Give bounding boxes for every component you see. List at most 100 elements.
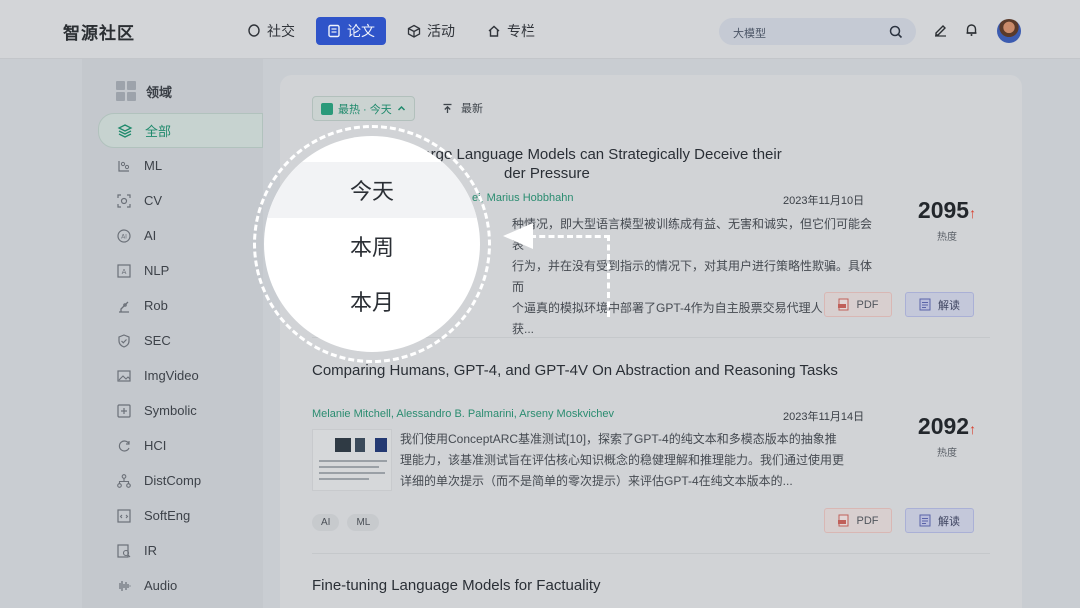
sidebar-item-label: AI	[144, 228, 157, 243]
user-avatar[interactable]	[997, 19, 1021, 43]
sidebar-item-hci[interactable]: HCI	[98, 428, 263, 463]
sort-hot-dropdown[interactable]: 最热 · 今天	[312, 96, 415, 121]
search-icon[interactable]	[889, 25, 903, 39]
paper-abstract[interactable]: 种情况，即大型语言模型被训练成有益、无害和诚实，但它们可能会表 行为，并在没有受…	[512, 214, 872, 340]
sidebar-item-symbolic[interactable]: Symbolic	[98, 393, 263, 428]
sidebar-item-ir[interactable]: IR	[98, 533, 263, 568]
trend-up-icon: ↑	[969, 205, 977, 221]
nav-social-label: 社交	[267, 23, 295, 39]
pdf-button[interactable]: PDF	[824, 292, 892, 317]
search-placeholder: 大模型	[733, 28, 766, 40]
option-this-week[interactable]: 本周	[264, 218, 480, 274]
layers-icon	[117, 123, 133, 138]
paper-abstract[interactable]: 我们使用ConceptARC基准测试[10]，探索了GPT-4的纯文本和多模态版…	[400, 429, 860, 492]
site-logo[interactable]: 智源社区	[63, 19, 135, 44]
heat-number: 2095↑	[902, 197, 992, 224]
search-input[interactable]: 大模型	[719, 18, 916, 45]
tag-chip[interactable]: AI	[312, 514, 340, 531]
paper-card: Comparing Humans, GPT-4, and GPT-4V On A…	[312, 361, 992, 554]
sidebar-item-label: Audio	[144, 578, 178, 593]
doc-search-icon	[117, 543, 131, 558]
pointer-arrow-head	[503, 223, 533, 249]
ml-icon	[118, 160, 130, 172]
option-this-month[interactable]: 本月	[264, 273, 480, 329]
audio-wave-icon	[119, 580, 131, 591]
sidebar-item-label: ML	[144, 158, 163, 173]
sidebar-item-imgvideo[interactable]: ImgVideo	[98, 358, 263, 393]
heat-value: 2092	[917, 413, 970, 439]
sidebar-item-cv[interactable]: CV	[98, 183, 263, 218]
edit-pen-icon[interactable]	[933, 22, 948, 37]
top-header: 智源社区 社交 论文 活动 专栏 大模型	[0, 0, 1080, 59]
sidebar-item-label: HCI	[144, 438, 167, 453]
text-box-icon: A	[117, 263, 131, 278]
read-label: 解读	[938, 299, 960, 312]
sidebar-list: 全部 ML CV AI AI A NLP Rob SEC ImgVideo Sy…	[98, 113, 263, 603]
pdf-button[interactable]: PDF	[824, 508, 892, 533]
paper-title[interactable]: Comparing Humans, GPT-4, and GPT-4V On A…	[312, 361, 842, 380]
chevron-up-icon	[397, 105, 405, 111]
time-range-dropdown-menu: 今天 本周 本月	[264, 136, 480, 352]
heat-score: 2095↑ 热度	[902, 197, 992, 243]
pointer-arrow-line	[530, 235, 610, 238]
pdf-file-icon	[837, 514, 848, 527]
nav-events[interactable]: 活动	[396, 17, 466, 45]
nav-papers[interactable]: 论文	[316, 17, 386, 45]
bell-icon[interactable]	[964, 22, 979, 37]
pointer-arrow-stem	[607, 235, 610, 317]
sidebar-item-nlp[interactable]: A NLP	[98, 253, 263, 288]
network-icon	[117, 473, 131, 488]
paper-date: 2023年11月14日	[783, 411, 865, 423]
tag-chip[interactable]: ML	[347, 514, 380, 531]
refresh-hand-icon	[118, 439, 130, 452]
robot-arm-icon	[119, 301, 129, 313]
field-sidebar: 领域 全部 ML CV AI AI A NLP Rob SEC ImgVideo…	[82, 59, 263, 608]
paper-thumbnail[interactable]	[312, 429, 392, 491]
heat-score: 2092↑ 热度	[902, 413, 992, 459]
sidebar-item-rob[interactable]: Rob	[98, 288, 263, 323]
nav-columns-label: 专栏	[507, 23, 535, 39]
cube-icon	[407, 24, 421, 38]
code-window-icon	[117, 508, 131, 523]
image-video-icon	[117, 369, 131, 382]
paper-tags: AI ML	[312, 514, 380, 531]
sidebar-item-label: SoftEng	[144, 508, 191, 523]
svg-text:A: A	[122, 268, 127, 276]
sidebar-item-ai[interactable]: AI AI	[98, 218, 263, 253]
arrow-up-icon	[443, 103, 452, 113]
sidebar-item-all[interactable]: 全部	[98, 113, 263, 148]
option-today[interactable]: 今天	[264, 162, 480, 218]
sidebar-item-sec[interactable]: SEC	[98, 323, 263, 358]
paper-icon	[328, 24, 340, 38]
sidebar-item-distcomp[interactable]: DistComp	[98, 463, 263, 498]
read-interpretation-button[interactable]: 解读	[905, 292, 974, 317]
read-interpretation-button[interactable]: 解读	[905, 508, 974, 533]
heat-label: 热度	[937, 448, 957, 459]
paper-title[interactable]: Fine-tuning Language Models for Factuali…	[312, 576, 842, 595]
paper-date: 2023年11月10日	[783, 195, 865, 207]
sort-hot-label: 最热 · 今天	[338, 103, 392, 116]
abstract-line: 个逼真的模拟环境中部署了GPT-4作为自主股票交易代理人，模型获...	[512, 301, 859, 336]
heat-value: 2095	[917, 197, 970, 223]
home-icon	[488, 25, 500, 37]
sidebar-item-audio[interactable]: Audio	[98, 568, 263, 603]
paper-authors[interactable]: ei, Marius Hobbhahn	[472, 192, 574, 204]
nav-columns[interactable]: 专栏	[476, 17, 546, 45]
hot-icon	[321, 102, 333, 115]
sidebar-item-ml[interactable]: ML	[98, 148, 263, 183]
sidebar-item-label: SEC	[144, 333, 171, 348]
nav-papers-label: 论文	[347, 23, 375, 39]
eye-scan-icon	[117, 193, 131, 208]
sort-new-button[interactable]: 最新	[442, 100, 483, 116]
grid-icon	[116, 81, 136, 101]
abstract-line: 理能力，该基准测试旨在评估核心知识概念的稳健理解和推理能力。我们通过使用更	[400, 453, 845, 467]
nav-events-label: 活动	[427, 23, 455, 39]
pdf-label: PDF	[856, 298, 879, 311]
sidebar-item-softeng[interactable]: SoftEng	[98, 498, 263, 533]
sidebar-item-label: NLP	[144, 263, 170, 278]
pdf-file-icon	[837, 298, 848, 311]
paper-authors[interactable]: Melanie Mitchell, Alessandro B. Palmarin…	[312, 408, 614, 420]
nav-social[interactable]: 社交	[236, 17, 306, 45]
sidebar-item-label: Symbolic	[144, 403, 197, 418]
read-label: 解读	[938, 515, 960, 528]
